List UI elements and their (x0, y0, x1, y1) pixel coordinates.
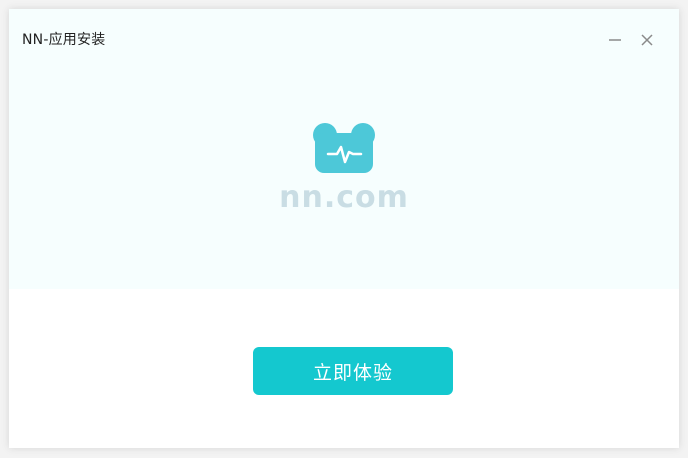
close-button[interactable] (637, 30, 657, 50)
minimize-icon (609, 39, 621, 41)
window-title: NN-应用安装 (22, 32, 106, 48)
installer-window: NN-应用安装 nn.com 立即体验 (9, 9, 679, 448)
hero-banner: NN-应用安装 nn.com (9, 9, 679, 289)
bear-pulse-logo-icon (313, 123, 375, 173)
experience-now-button[interactable]: 立即体验 (253, 347, 453, 395)
minimize-button[interactable] (605, 30, 625, 50)
close-icon (641, 34, 653, 46)
brand-wordmark: nn.com (279, 181, 409, 215)
brand-wordmark-text: nn.com (279, 181, 409, 215)
